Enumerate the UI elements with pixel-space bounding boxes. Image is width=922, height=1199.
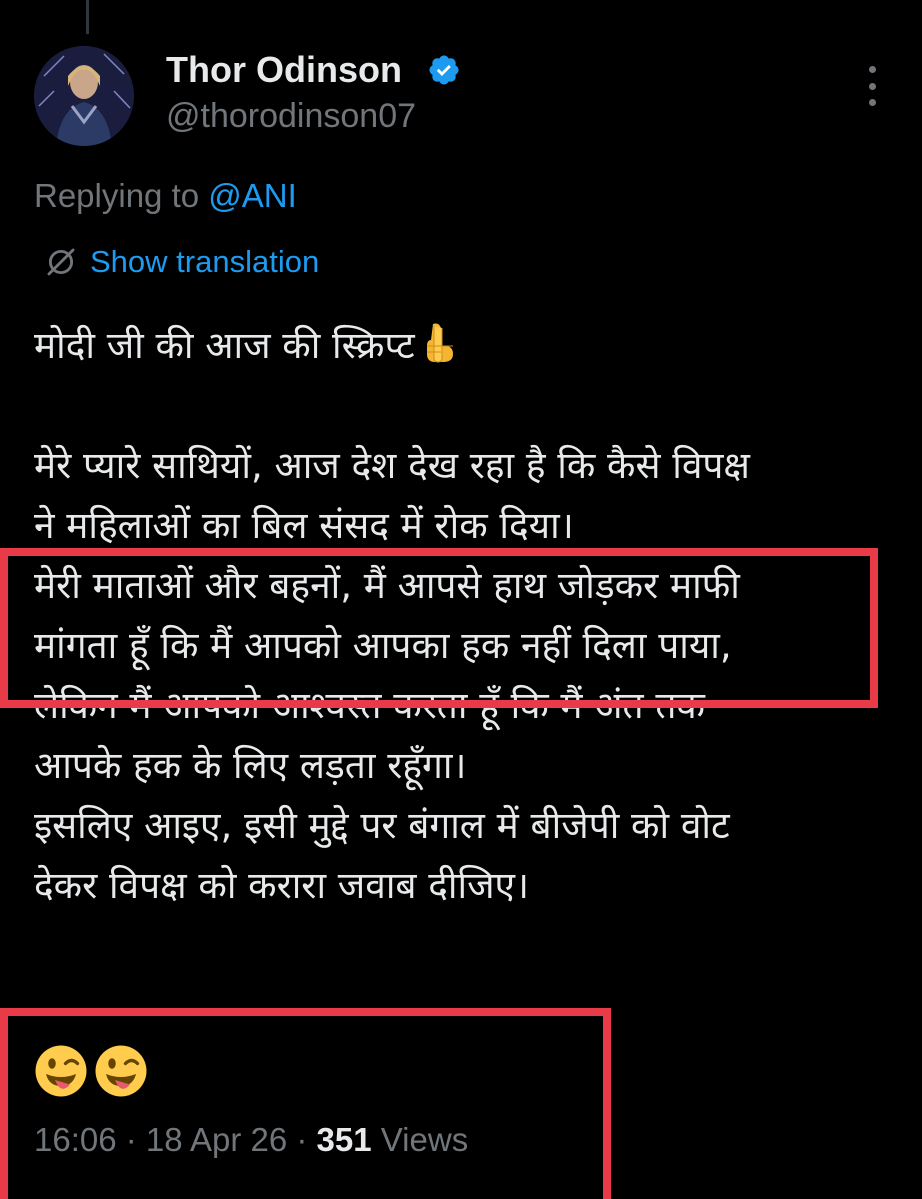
reply-mention-link[interactable]: @ANI bbox=[208, 177, 297, 214]
thread-connector-line bbox=[86, 0, 89, 34]
replying-to: Replying to @ANI bbox=[34, 176, 297, 216]
highlight-annotation-box-bottom bbox=[0, 1008, 611, 1199]
tweet-line: मेरी माताओं और बहनों, मैं आपसे हाथ जोड़क… bbox=[34, 564, 740, 607]
views-count[interactable]: 351 bbox=[317, 1121, 372, 1158]
tweet-line: आपके हक के लिए लड़ता रहूँगा। bbox=[34, 744, 467, 787]
tweet-time[interactable]: 16:06 bbox=[34, 1121, 117, 1158]
tweet-line: देकर विपक्ष को करारा जवाब दीजिए। bbox=[34, 864, 530, 907]
tweet-line: लेकिन मैं आपको आश्वस्त करता हूँ कि मैं अ… bbox=[34, 684, 705, 727]
tweet-line: मेरे प्यारे साथियों, आज देश देख रहा है क… bbox=[34, 444, 750, 487]
replying-prefix: Replying to bbox=[34, 177, 209, 214]
tweet-line: मांगता हूँ कि मैं आपको आपका हक नहीं दिला… bbox=[34, 624, 732, 667]
tweet-line: इसलिए आइए, इसी मुद्दे पर बंगाल में बीजेप… bbox=[34, 804, 730, 847]
winking-face-with-tongue-emoji bbox=[35, 1045, 87, 1097]
winking-face-with-tongue-emoji bbox=[95, 1045, 147, 1097]
tweet-emoji-row bbox=[34, 1044, 148, 1098]
show-translation-link[interactable]: Show translation bbox=[44, 242, 319, 282]
show-translation-label: Show translation bbox=[90, 244, 320, 279]
verified-badge-icon bbox=[429, 55, 459, 85]
tweet-line: मोदी जी की आज की स्क्रिप्ट bbox=[34, 316, 894, 376]
avatar[interactable] bbox=[34, 46, 134, 146]
author-handle[interactable]: @thorodinson07 bbox=[166, 94, 416, 138]
more-options-button[interactable] bbox=[860, 66, 884, 106]
tweet-date[interactable]: 18 Apr 26 bbox=[146, 1121, 287, 1158]
views-label: Views bbox=[371, 1121, 469, 1158]
backhand-index-pointing-down-emoji bbox=[426, 323, 453, 363]
author-name[interactable]: Thor Odinson bbox=[166, 48, 402, 92]
avatar-image bbox=[34, 46, 134, 146]
tweet-text: मोदी जी की आज की स्क्रिप्ट मेरे प्यारे स… bbox=[34, 316, 894, 916]
tweet-metadata: 16:06 · 18 Apr 26 · 351 Views bbox=[34, 1121, 469, 1158]
tweet-line: ने महिलाओं का बिल संसद में रोक दिया। bbox=[34, 504, 574, 547]
translate-icon bbox=[47, 248, 75, 276]
more-dots-icon bbox=[868, 66, 876, 73]
